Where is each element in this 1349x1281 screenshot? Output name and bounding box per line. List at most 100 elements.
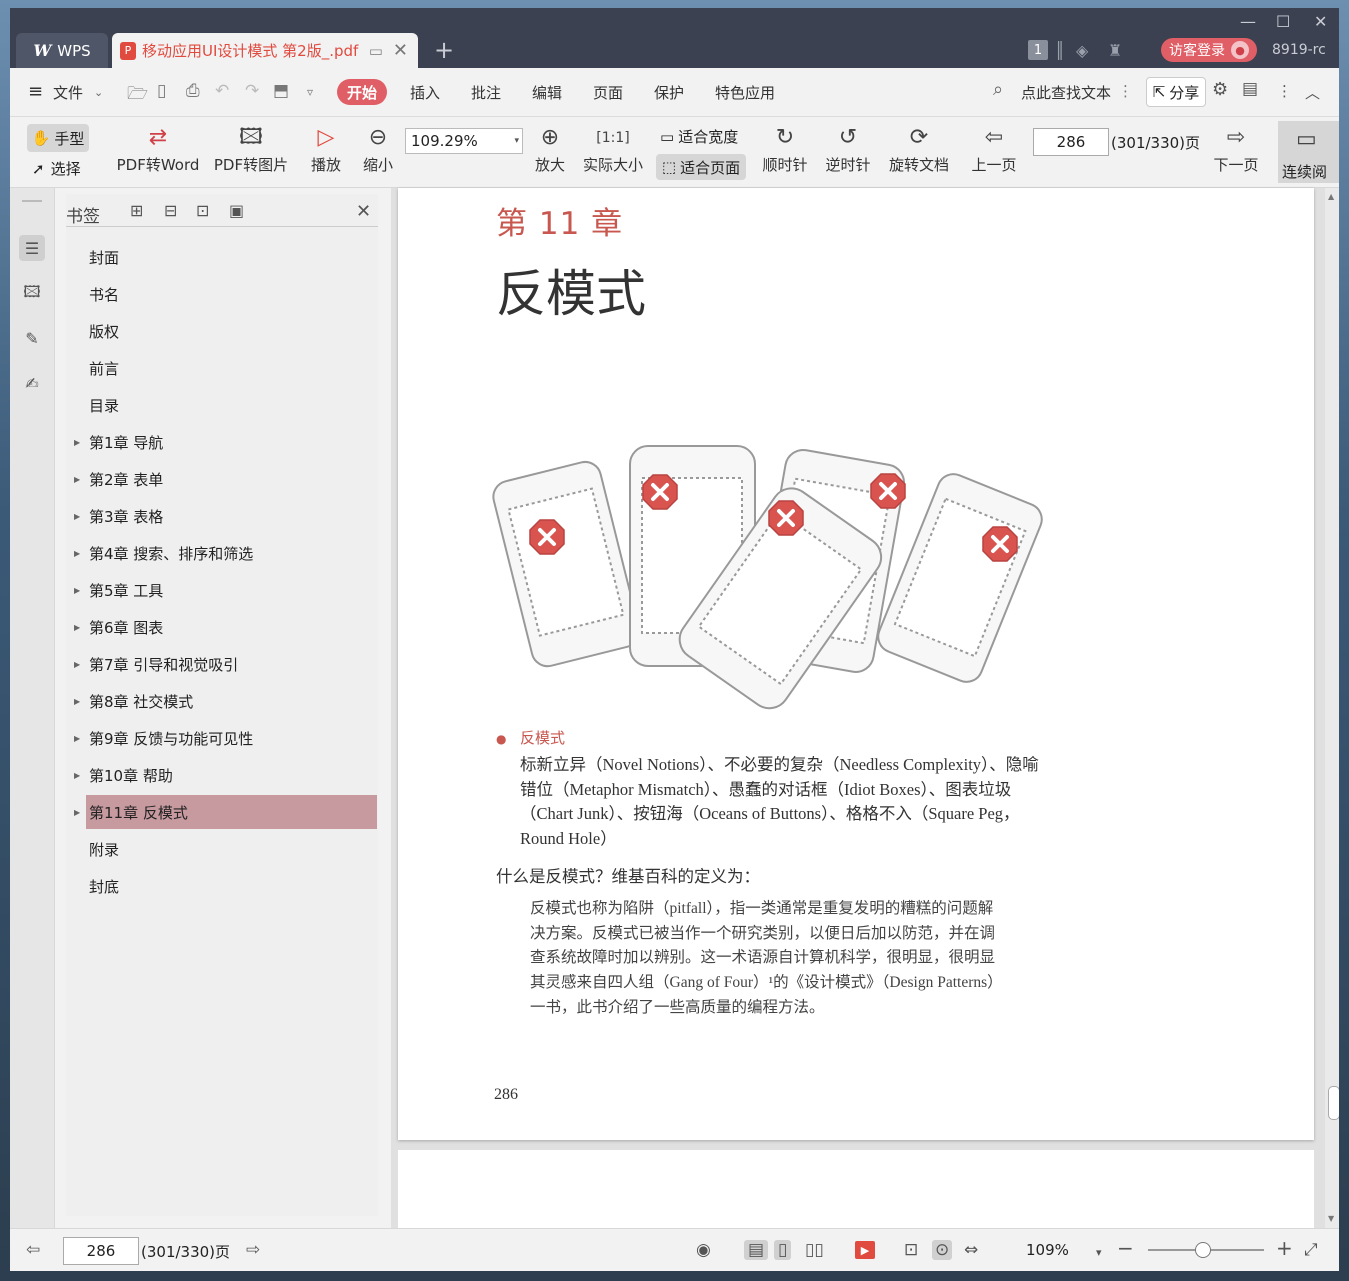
scroll-up-icon[interactable]: ▲ bbox=[1328, 192, 1334, 201]
search-icon[interactable]: ⌕ bbox=[993, 79, 1003, 100]
bookmark-item[interactable]: ▶ 第3章 表格 bbox=[74, 499, 377, 533]
vertical-scrollbar[interactable]: ▲ ▼ bbox=[1325, 188, 1339, 1228]
customize-dropdown-icon[interactable]: ▿ bbox=[307, 85, 313, 99]
share-button[interactable]: ⇱ 分享 bbox=[1146, 77, 1206, 107]
bookmark-item[interactable]: 书名 bbox=[86, 277, 377, 311]
menu-hamburger-icon[interactable]: ≡ bbox=[28, 81, 43, 102]
tab-protect[interactable]: 保护 bbox=[654, 82, 684, 103]
thumbnail-icon[interactable]: 🖾 bbox=[19, 281, 45, 307]
monitor-icon[interactable]: ▭ bbox=[369, 42, 383, 60]
bookmark-item[interactable]: ▶ 第10章 帮助 bbox=[74, 758, 377, 792]
cloud-sync-icon[interactable]: ◈ bbox=[1076, 41, 1088, 60]
rotate-document-button[interactable]: ⟳ 旋转文档 bbox=[888, 122, 950, 175]
redo-icon[interactable]: ↷ bbox=[245, 81, 259, 101]
fullscreen-icon[interactable]: ⤢ bbox=[1304, 1240, 1318, 1260]
zoom-in-button[interactable]: ⊕ 放大 bbox=[532, 122, 568, 175]
fit-width-status-icon[interactable]: ⇔ bbox=[964, 1240, 978, 1260]
eye-protection-icon[interactable]: ◉ bbox=[696, 1240, 711, 1260]
bookmark-item[interactable]: ▶ 第8章 社交模式 bbox=[74, 684, 377, 718]
bookmark-item[interactable]: ▶ 第6章 图表 bbox=[74, 610, 377, 644]
wps-home-tab[interactable]: W WPS bbox=[16, 33, 108, 68]
fit-page-button[interactable]: ⬚ 适合页面 bbox=[656, 154, 746, 180]
close-window-icon[interactable]: ✕ bbox=[1314, 12, 1327, 31]
print-icon[interactable]: ⎙ bbox=[186, 81, 200, 101]
scrollbar-thumb[interactable] bbox=[1328, 1086, 1339, 1120]
bookmark-item[interactable]: ▶ 第2章 表单 bbox=[74, 462, 377, 496]
bookmark-item[interactable]: 前言 bbox=[86, 351, 377, 385]
tab-comment[interactable]: 批注 bbox=[471, 82, 501, 103]
scroll-down-icon[interactable]: ▼ bbox=[1328, 1214, 1334, 1223]
bookmark-item[interactable]: 版权 bbox=[86, 314, 377, 348]
new-tab-button[interactable]: + bbox=[434, 36, 454, 64]
signature-icon[interactable]: ✍ bbox=[19, 370, 45, 396]
guest-login-button[interactable]: 访客登录 ● bbox=[1161, 38, 1257, 62]
bookmark-item[interactable]: ▶ 第7章 引导和视觉吸引 bbox=[74, 647, 377, 681]
expand-arrow-icon[interactable]: ▶ bbox=[74, 771, 86, 780]
collapse-ribbon-icon[interactable]: ︿ bbox=[1305, 82, 1320, 103]
play-button[interactable]: ▷ 播放 bbox=[308, 122, 344, 175]
expand-arrow-icon[interactable]: ▶ bbox=[74, 808, 86, 817]
continuous-view-icon[interactable]: ▯ bbox=[774, 1240, 792, 1260]
bookmark-item[interactable]: ▶ 第9章 反馈与功能可见性 bbox=[74, 721, 377, 755]
next-page-arrow-icon[interactable]: ⇨ bbox=[246, 1240, 260, 1260]
zoom-out-button[interactable]: ⊖ 缩小 bbox=[360, 122, 396, 175]
add-child-bookmark-icon[interactable]: ⊡ bbox=[196, 201, 209, 220]
presentation-play-icon[interactable]: ▶ bbox=[855, 1241, 875, 1259]
bookmark-item[interactable]: ▶ 第4章 搜索、排序和筛选 bbox=[74, 536, 377, 570]
next-page-button[interactable]: ⇨ 下一页 bbox=[1212, 122, 1260, 175]
bookmark-item[interactable]: 封底 bbox=[86, 869, 377, 903]
zoom-dropdown-icon[interactable]: ▾ bbox=[1096, 1246, 1102, 1259]
maximize-icon[interactable]: ☐ bbox=[1276, 12, 1290, 31]
comment-icon[interactable]: ▤ bbox=[1242, 79, 1258, 99]
chevron-down-icon[interactable]: ⌄ bbox=[94, 86, 103, 99]
fit-width-button[interactable]: ▭ 适合宽度 bbox=[660, 126, 738, 147]
gear-icon[interactable]: ⚙ bbox=[1212, 79, 1228, 100]
expand-arrow-icon[interactable]: ▶ bbox=[74, 734, 86, 743]
save-icon[interactable]: ▯ bbox=[157, 81, 166, 101]
actual-size-button[interactable]: [1:1] 实际大小 bbox=[582, 122, 644, 175]
close-panel-icon[interactable]: ✕ bbox=[356, 201, 371, 222]
zoom-out-status-icon[interactable]: − bbox=[1117, 1236, 1134, 1260]
actual-size-status-icon[interactable]: ⊡ bbox=[904, 1240, 918, 1260]
tab-edit[interactable]: 编辑 bbox=[532, 82, 562, 103]
previous-page-button[interactable]: ⇦ 上一页 bbox=[970, 122, 1018, 175]
bookmark-item[interactable]: ▶ 第1章 导航 bbox=[74, 425, 377, 459]
two-page-view-icon[interactable]: ▯▯ bbox=[805, 1240, 824, 1260]
undo-icon[interactable]: ↶ bbox=[215, 81, 229, 101]
prev-page-arrow-icon[interactable]: ⇦ bbox=[26, 1240, 40, 1260]
file-menu[interactable]: 文件 bbox=[53, 82, 83, 103]
tab-start[interactable]: 开始 bbox=[337, 79, 387, 105]
search-text-button[interactable]: 点此查找文本 bbox=[1021, 82, 1111, 103]
status-page-input[interactable]: 286 bbox=[63, 1237, 139, 1265]
zoom-in-status-icon[interactable]: + bbox=[1276, 1236, 1293, 1260]
rotate-counterclockwise-button[interactable]: ↺ 逆时针 bbox=[825, 122, 871, 175]
skin-icon[interactable]: ♜ bbox=[1108, 41, 1122, 60]
hand-tool-button[interactable]: ✋ 手型 bbox=[27, 124, 89, 152]
fit-page-status-icon[interactable]: ⊙ bbox=[932, 1240, 953, 1260]
tab-special[interactable]: 特色应用 bbox=[715, 82, 775, 103]
more-vertical-icon[interactable]: ⋮ bbox=[1118, 82, 1133, 100]
continuous-read-button[interactable]: ▭ 连续阅 bbox=[1278, 121, 1339, 183]
expand-arrow-icon[interactable]: ▶ bbox=[74, 586, 86, 595]
zoom-slider-handle[interactable] bbox=[1195, 1242, 1211, 1258]
pdf-to-image-button[interactable]: 🖾 PDF转图片 bbox=[213, 122, 289, 175]
more-icon[interactable]: ⋮ bbox=[1277, 82, 1292, 100]
export-icon[interactable]: ⬒ bbox=[273, 81, 289, 101]
bookmark-item[interactable]: ▶ 第11章 反模式 bbox=[74, 795, 377, 829]
tab-page[interactable]: 页面 bbox=[593, 82, 623, 103]
expand-all-icon[interactable]: ⊟ bbox=[164, 201, 177, 220]
minimize-icon[interactable]: — bbox=[1240, 12, 1256, 31]
bookmark-item[interactable]: 附录 bbox=[86, 832, 377, 866]
close-tab-icon[interactable]: ✕ bbox=[393, 40, 408, 61]
bookmark-item[interactable]: ▶ 第5章 工具 bbox=[74, 573, 377, 607]
expand-arrow-icon[interactable]: ▶ bbox=[74, 475, 86, 484]
tab-insert[interactable]: 插入 bbox=[410, 82, 440, 103]
bookmark-item[interactable]: 目录 bbox=[86, 388, 377, 422]
open-file-icon[interactable]: 🗁 bbox=[127, 81, 148, 110]
bookmark-panel-icon[interactable]: ☰ bbox=[19, 235, 45, 261]
bookmark-options-icon[interactable]: ▣ bbox=[229, 201, 244, 220]
expand-arrow-icon[interactable]: ▶ bbox=[74, 697, 86, 706]
zoom-level-select[interactable]: 109.29% ▾ bbox=[405, 128, 523, 154]
pdf-to-word-button[interactable]: ⇄ PDF转Word bbox=[114, 122, 202, 175]
single-page-view-icon[interactable]: ▤ bbox=[744, 1240, 769, 1260]
